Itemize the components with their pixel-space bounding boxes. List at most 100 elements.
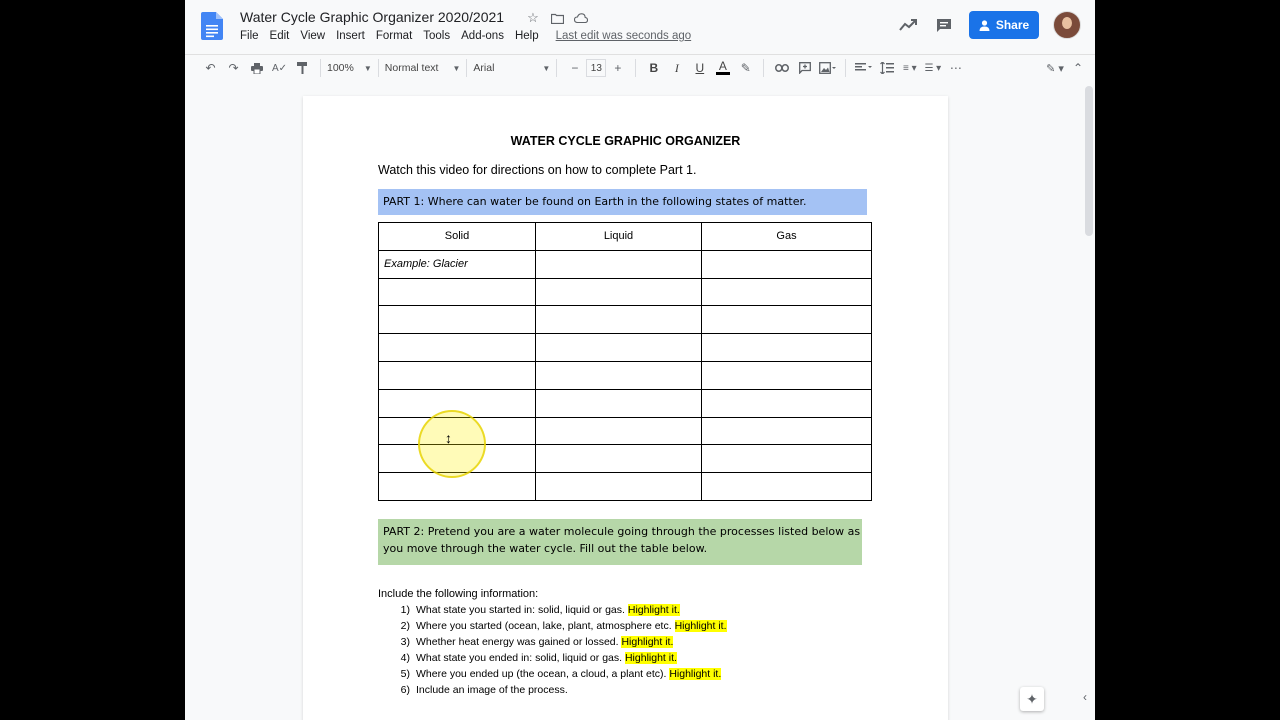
- chevron-down-icon: ▼: [363, 63, 372, 73]
- table-cell[interactable]: [701, 416, 872, 446]
- menu-insert[interactable]: Insert: [336, 30, 365, 42]
- table-cell[interactable]: [378, 333, 536, 362]
- table-cell[interactable]: [701, 333, 872, 362]
- table-cell[interactable]: [378, 360, 536, 390]
- last-edit-link[interactable]: Last edit was seconds ago: [556, 30, 692, 42]
- table-row: [378, 333, 872, 362]
- list-item: 1) What state you started in: solid, liqu…: [400, 604, 680, 616]
- header-gas[interactable]: Gas: [701, 222, 872, 251]
- page-title: WATER CYCLE GRAPHIC ORGANIZER: [510, 134, 741, 148]
- list-item: 4) What state you ended in: solid, liquid…: [400, 652, 677, 664]
- insert-link-icon[interactable]: [771, 57, 793, 79]
- row-resize-cursor-icon: ↕: [445, 430, 452, 446]
- highlight-color-icon[interactable]: ✎: [735, 57, 757, 79]
- font-size-input[interactable]: 13: [586, 59, 607, 77]
- formatting-toolbar: ↶ ↷ A✓ 100% ▼ Normal text ▼ Arial ▼ − 13 + …: [185, 54, 1095, 81]
- table-cell[interactable]: [701, 360, 872, 390]
- menu-file[interactable]: File: [240, 30, 259, 42]
- undo-icon[interactable]: ↶: [200, 57, 222, 79]
- person-icon: [979, 19, 990, 31]
- redo-icon[interactable]: ↷: [223, 57, 245, 79]
- table-cell[interactable]: [535, 333, 702, 362]
- table-cell[interactable]: [701, 388, 872, 418]
- part2-heading: PART 2: Pretend you are a water molecule…: [378, 519, 862, 565]
- table-cell[interactable]: [701, 277, 872, 307]
- table-cell[interactable]: [535, 472, 702, 501]
- list-item: 3) Whether heat energy was gained or loss…: [400, 636, 674, 648]
- numbered-list-icon[interactable]: ≡ ▾: [899, 57, 921, 79]
- vertical-scrollbar[interactable]: [1085, 86, 1093, 236]
- bold-icon[interactable]: B: [643, 57, 665, 79]
- docs-logo-icon[interactable]: [201, 12, 223, 40]
- menu-help[interactable]: Help: [515, 30, 539, 42]
- zoom-select[interactable]: 100% ▼: [327, 62, 372, 74]
- bulleted-list-icon[interactable]: ☰ ▾: [922, 57, 944, 79]
- google-docs-window: Water Cycle Graphic Organizer 2020/2021 …: [185, 0, 1095, 720]
- collapse-menus-icon[interactable]: ⌃: [1067, 57, 1089, 79]
- line-spacing-icon[interactable]: [876, 57, 898, 79]
- side-panel-toggle-icon[interactable]: ‹: [1083, 690, 1087, 704]
- intro-text: Watch this video for directions on how t…: [378, 163, 697, 177]
- table-cell[interactable]: [378, 277, 536, 307]
- table-cell[interactable]: [701, 472, 872, 501]
- align-left-icon[interactable]: [853, 57, 875, 79]
- paint-format-icon[interactable]: [292, 57, 314, 79]
- table-cell[interactable]: Example: Glacier: [378, 249, 536, 279]
- editing-mode-icon[interactable]: ✎ ▾: [1044, 57, 1066, 79]
- table-cell[interactable]: [701, 249, 872, 279]
- print-icon[interactable]: [246, 57, 268, 79]
- menu-bar: File Edit View Insert Format Tools Add-o…: [240, 30, 702, 42]
- share-label: Share: [995, 18, 1030, 32]
- menu-addons[interactable]: Add-ons: [461, 30, 504, 42]
- decrease-font-size-button[interactable]: −: [564, 57, 586, 79]
- activity-dashboard-icon[interactable]: [897, 14, 919, 36]
- insert-comment-icon[interactable]: [794, 57, 816, 79]
- chevron-down-icon: ▼: [542, 63, 551, 73]
- italic-icon[interactable]: I: [666, 57, 688, 79]
- list-item: 6) Include an image of the process.: [400, 684, 568, 696]
- avatar[interactable]: [1053, 11, 1081, 39]
- style-select[interactable]: Normal text ▼: [385, 62, 461, 74]
- instructions-list: 1) What state you started in: solid, liqu…: [378, 602, 727, 698]
- move-folder-icon[interactable]: [549, 10, 565, 26]
- spellcheck-icon[interactable]: A✓: [269, 57, 291, 79]
- table-row: Example: Glacier: [378, 249, 872, 279]
- table-cell[interactable]: [535, 444, 702, 474]
- list-item: 5) Where you ended up (the ocean, a cloud…: [400, 668, 722, 680]
- chevron-down-icon: ▼: [452, 63, 461, 73]
- menu-view[interactable]: View: [300, 30, 325, 42]
- part1-heading: PART 1: Where can water be found on Eart…: [378, 189, 867, 215]
- table-row: [378, 305, 872, 335]
- text-color-icon[interactable]: A: [712, 57, 734, 79]
- share-button[interactable]: Share: [969, 11, 1039, 39]
- font-select[interactable]: Arial ▼: [473, 62, 550, 74]
- cloud-status-icon[interactable]: [573, 10, 589, 26]
- table-row: [378, 277, 872, 307]
- table-cell[interactable]: [535, 360, 702, 390]
- table-cell[interactable]: [535, 388, 702, 418]
- header-liquid[interactable]: Liquid: [535, 222, 702, 251]
- table-cell[interactable]: [535, 416, 702, 446]
- table-cell[interactable]: [535, 277, 702, 307]
- document-page[interactable]: WATER CYCLE GRAPHIC ORGANIZER Watch this…: [303, 96, 948, 720]
- underline-icon[interactable]: U: [689, 57, 711, 79]
- menu-tools[interactable]: Tools: [423, 30, 450, 42]
- include-label: Include the following information:: [378, 588, 539, 600]
- explore-icon[interactable]: ✦: [1020, 687, 1044, 711]
- table-header-row: Solid Liquid Gas: [378, 222, 872, 251]
- cursor-highlight: [418, 410, 486, 478]
- header-solid[interactable]: Solid: [378, 222, 536, 251]
- menu-edit[interactable]: Edit: [270, 30, 290, 42]
- more-options-icon[interactable]: ⋯: [945, 57, 967, 79]
- table-cell[interactable]: [701, 444, 872, 474]
- table-cell[interactable]: [535, 305, 702, 335]
- menu-format[interactable]: Format: [376, 30, 412, 42]
- document-title[interactable]: Water Cycle Graphic Organizer 2020/2021: [240, 9, 504, 25]
- table-cell[interactable]: [535, 249, 702, 279]
- table-cell[interactable]: [378, 305, 536, 335]
- insert-image-icon[interactable]: [817, 57, 839, 79]
- increase-font-size-button[interactable]: +: [607, 57, 629, 79]
- comments-icon[interactable]: [933, 14, 955, 36]
- table-cell[interactable]: [701, 305, 872, 335]
- star-icon[interactable]: ☆: [525, 10, 541, 26]
